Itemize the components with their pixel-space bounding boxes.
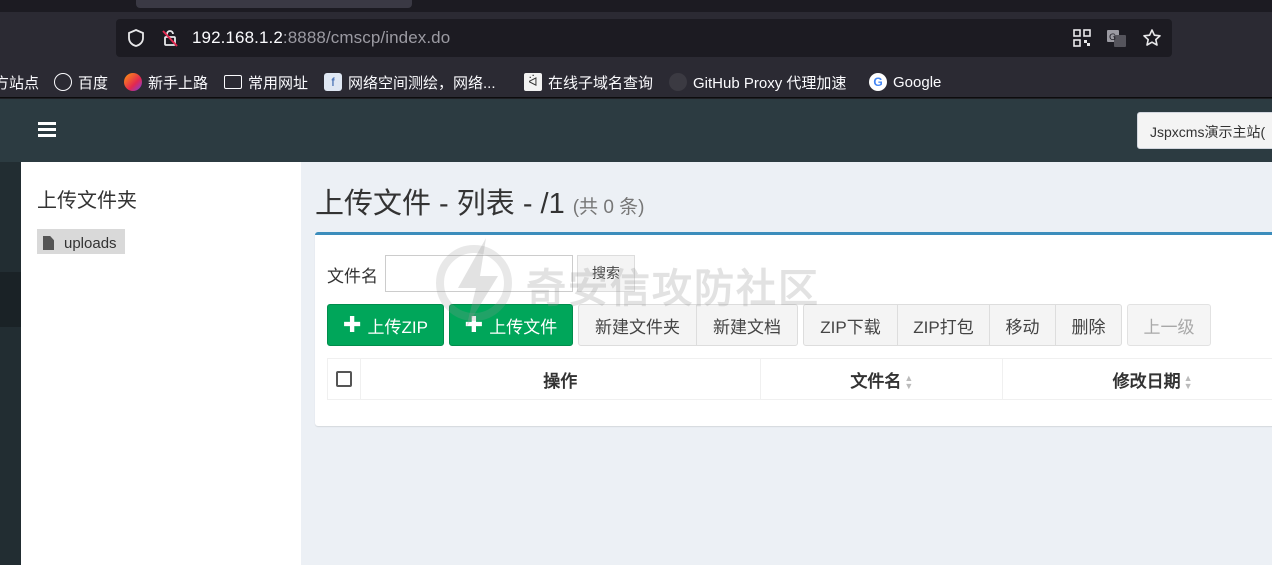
new-folder-button[interactable]: 新建文件夹: [578, 304, 697, 346]
url-text[interactable]: 192.168.1.2:8888/cmscp/index.do: [192, 28, 450, 48]
tree-node-label: uploads: [64, 234, 117, 252]
content-area: 上传文件 - 列表 - /1 (共 0 条) 文件名 搜索 ✚ 上传ZIP ✚ 上传文…: [301, 162, 1272, 565]
bookmark-star-icon[interactable]: [1142, 28, 1162, 48]
folder-tree-panel: 上传文件夹 uploads: [21, 162, 301, 565]
new-document-button[interactable]: 新建文档: [696, 304, 798, 346]
file-table: 操作 文件名 ▲ ▼ 修改日期 ▲ ▼: [327, 358, 1272, 401]
column-header-modified[interactable]: 修改日期 ▲ ▼: [1002, 358, 1272, 400]
empty-row: [328, 400, 1272, 401]
table-header-row: 操作 文件名 ▲ ▼ 修改日期 ▲ ▼: [327, 358, 1272, 400]
file-icon: [43, 236, 54, 250]
bookmark-item[interactable]: f 网络空间测绘，网络...: [324, 71, 496, 93]
bookmark-item[interactable]: 新手上路: [124, 71, 208, 93]
column-header-operation: 操作: [359, 358, 761, 400]
page-title: 上传文件 - 列表 - /1 (共 0 条): [315, 180, 645, 222]
main-sidebar: [0, 162, 21, 565]
address-bar[interactable]: 192.168.1.2:8888/cmscp/index.do G: [116, 19, 1172, 57]
bookmark-item[interactable]: 方站点: [0, 71, 39, 93]
sidebar-active-item[interactable]: [0, 272, 21, 327]
bookmark-item[interactable]: G Google: [869, 71, 941, 93]
column-header-filename[interactable]: 文件名 ▲ ▼: [759, 358, 1004, 400]
zip-pack-button[interactable]: ZIP打包: [897, 304, 990, 346]
site-select[interactable]: Jspxcms演示主站(: [1137, 112, 1272, 149]
upload-zip-button[interactable]: ✚ 上传ZIP: [327, 304, 444, 346]
file-list-box: 文件名 搜索 ✚ 上传ZIP ✚ 上传文件 新建文件夹 新建文档 ZIP下载 ZIP…: [315, 232, 1272, 426]
insecure-lock-icon[interactable]: [160, 28, 180, 48]
folder-icon: [224, 75, 242, 89]
browser-tabstrip: [0, 0, 1272, 12]
bookmark-item[interactable]: GitHub Proxy 代理加速: [669, 71, 846, 93]
qr-code-icon[interactable]: [1072, 28, 1092, 48]
bookmark-item[interactable]: 百度: [54, 71, 108, 93]
move-button[interactable]: 移动: [989, 304, 1056, 346]
github-icon: [669, 73, 687, 91]
cat-icon: ᐛ: [524, 73, 542, 91]
plus-icon: ✚: [464, 312, 484, 337]
globe-icon: [54, 73, 72, 91]
browser-toolbar: 192.168.1.2:8888/cmscp/index.do G: [0, 12, 1272, 66]
filename-search-input[interactable]: [385, 255, 573, 292]
select-all-checkbox[interactable]: [335, 371, 352, 387]
fofa-icon: f: [324, 73, 342, 91]
bookmark-item[interactable]: 常用网址: [224, 71, 308, 93]
up-level-button: 上一级: [1127, 304, 1211, 346]
google-icon: G: [869, 73, 887, 91]
zip-download-button[interactable]: ZIP下载: [803, 304, 898, 346]
search-label: 文件名: [327, 267, 378, 286]
menu-toggle-icon[interactable]: [38, 122, 56, 138]
translate-icon[interactable]: G: [1106, 28, 1126, 48]
bookmarks-bar: 方站点 百度 新手上路 常用网址 f 网络空间测绘，网络... ᐛ 在线子域名查询 …: [0, 66, 1272, 98]
browser-tab[interactable]: [136, 0, 412, 8]
page-title-text: 上传文件 - 列表 - /1: [315, 188, 565, 220]
tree-title: 上传文件夹: [37, 190, 137, 212]
plus-icon: ✚: [343, 312, 362, 337]
shield-icon[interactable]: [126, 28, 146, 48]
firefox-icon: [124, 73, 142, 91]
upload-file-button[interactable]: ✚ 上传文件: [449, 304, 573, 346]
search-button[interactable]: 搜索: [577, 255, 635, 292]
delete-button[interactable]: 删除: [1055, 304, 1122, 346]
app-header: Jspxcms演示主站(: [0, 99, 1272, 162]
sort-icon: ▲ ▼: [904, 373, 914, 392]
record-count: (共 0 条): [572, 197, 645, 218]
tree-node-uploads[interactable]: uploads: [37, 229, 125, 254]
select-all-header: [327, 358, 361, 400]
sort-icon: ▲ ▼: [1183, 373, 1193, 392]
svg-text:G: G: [1109, 33, 1116, 43]
bookmark-item[interactable]: ᐛ 在线子域名查询: [524, 71, 653, 93]
